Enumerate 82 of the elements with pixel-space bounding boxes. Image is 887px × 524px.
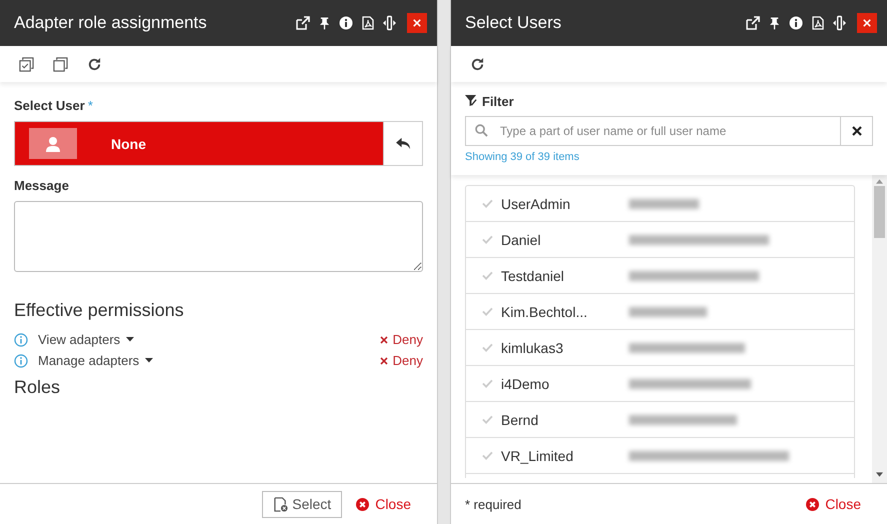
user-row[interactable]: kimlukas3 <box>466 330 854 366</box>
check-icon <box>482 271 493 280</box>
check-icon <box>482 307 493 316</box>
username: Testdaniel <box>501 268 566 284</box>
section-heading: Roles <box>14 377 62 398</box>
user-row[interactable]: Daniel <box>466 222 854 258</box>
username: kimlukas3 <box>501 340 564 356</box>
deny-status: Deny <box>392 332 423 347</box>
window-title: Adapter role assignments <box>14 13 208 33</box>
user-row[interactable]: UserAdmin <box>466 186 854 222</box>
permission-dropdown[interactable]: View adapters <box>34 332 134 347</box>
info-icon[interactable] <box>339 16 353 30</box>
deny-status: Deny <box>392 353 423 368</box>
scroll-up-icon[interactable] <box>876 179 883 184</box>
clear-icon <box>852 126 862 136</box>
window-title: Select Users <box>465 13 562 33</box>
pdf-icon[interactable] <box>362 16 374 30</box>
check-icon <box>482 379 493 388</box>
user-row[interactable]: VR_Limited <box>466 438 854 474</box>
check-icon <box>482 451 493 460</box>
resize-icon[interactable] <box>383 15 396 31</box>
username: Bernd <box>501 412 540 428</box>
username: VR_Limited <box>501 448 574 464</box>
clear-button[interactable] <box>841 116 873 146</box>
user-row[interactable]: Testdaniel <box>466 258 854 294</box>
select-button[interactable]: Select <box>262 490 342 518</box>
cross-icon <box>380 356 388 364</box>
close-button[interactable]: Close <box>806 496 861 512</box>
scroll-down-icon[interactable] <box>876 472 883 477</box>
check-icon <box>482 199 493 208</box>
close-circle-icon <box>356 498 370 510</box>
refresh-icon[interactable] <box>87 56 102 72</box>
close-circle-icon <box>806 498 820 510</box>
close-icon <box>863 19 871 27</box>
check-icon <box>482 415 493 424</box>
user-select-field[interactable]: None <box>14 121 383 166</box>
close-button[interactable]: Close <box>356 496 411 512</box>
username: UserAdmin <box>501 196 572 212</box>
scrollbar[interactable] <box>872 175 887 483</box>
filter-icon <box>465 95 478 108</box>
blurred-name <box>629 198 699 208</box>
search-field[interactable]: Type a part of user name or full user name <box>465 116 841 146</box>
required-note: * required <box>465 496 522 512</box>
caret-icon <box>126 337 134 342</box>
cross-icon <box>380 336 388 344</box>
document-icon <box>273 496 288 512</box>
field-label: Select User <box>14 98 85 113</box>
popout-icon[interactable] <box>746 16 760 30</box>
username: i4Demo <box>501 376 550 392</box>
filter-label: Filter <box>482 94 514 109</box>
search-icon <box>475 124 488 137</box>
caret-icon <box>145 358 154 363</box>
permission-dropdown[interactable]: Manage adapters <box>34 353 154 368</box>
user-avatar <box>29 128 77 159</box>
pdf-icon[interactable] <box>812 16 824 30</box>
selected-user: None <box>111 136 146 152</box>
resize-icon[interactable] <box>833 15 846 31</box>
select-all-icon[interactable] <box>19 56 34 72</box>
user-row[interactable]: Kim.Bechtol... <box>466 294 854 330</box>
item-count: Showing 39 of 39 items <box>465 151 580 163</box>
check-icon <box>482 343 493 352</box>
reset-button[interactable] <box>383 121 423 166</box>
popout-icon[interactable] <box>296 16 310 30</box>
username: Daniel <box>501 232 542 248</box>
copy-icon[interactable] <box>53 56 68 72</box>
scroll-thumb[interactable] <box>874 186 885 238</box>
section-heading: Effective permissions <box>14 300 185 321</box>
user-row[interactable]: i4Demo <box>466 366 854 402</box>
pin-icon[interactable] <box>769 16 780 30</box>
check-icon <box>482 235 493 244</box>
message-field[interactable] <box>14 201 423 272</box>
close-button[interactable] <box>857 13 877 33</box>
close-button[interactable] <box>407 13 427 33</box>
required-mark: * <box>88 98 93 113</box>
user-row[interactable]: Bernd <box>466 402 854 438</box>
close-icon <box>413 19 421 27</box>
reply-arrow-icon <box>396 137 410 150</box>
field-label: Message <box>14 178 69 193</box>
refresh-icon[interactable] <box>470 56 485 72</box>
info-icon[interactable] <box>789 16 803 30</box>
pin-icon[interactable] <box>319 16 330 30</box>
username: Kim.Bechtol... <box>501 304 588 320</box>
